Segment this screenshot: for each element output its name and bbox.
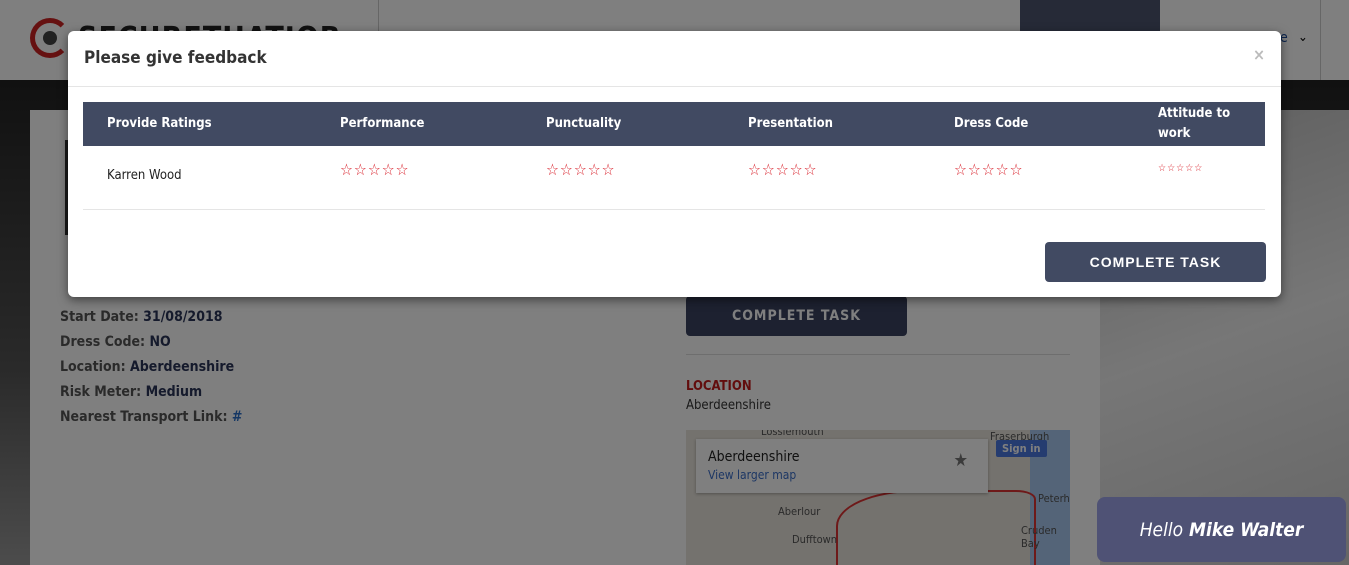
- employee-name: Karren Wood: [107, 168, 182, 183]
- performance-star-rating[interactable]: ☆☆☆☆☆: [340, 160, 410, 179]
- table-header: Provide Ratings Performance Punctuality …: [83, 102, 1265, 146]
- column-header: Presentation: [748, 116, 833, 131]
- column-header: Provide Ratings: [107, 116, 212, 131]
- modal-title: Please give feedback: [84, 48, 267, 68]
- column-header: Punctuality: [546, 116, 622, 131]
- dress-code-star-rating[interactable]: ☆☆☆☆☆: [954, 160, 1024, 179]
- chat-widget[interactable]: Hello Mike Walter: [1097, 497, 1346, 562]
- complete-task-button[interactable]: COMPLETE TASK: [1045, 242, 1266, 282]
- presentation-star-rating[interactable]: ☆☆☆☆☆: [748, 160, 818, 179]
- column-header: Performance: [340, 116, 425, 131]
- column-header: Dress Code: [954, 116, 1029, 131]
- close-icon[interactable]: ×: [1253, 45, 1265, 64]
- chat-greeting: Hello: [1139, 518, 1184, 541]
- ratings-table: Provide Ratings Performance Punctuality …: [83, 102, 1265, 210]
- chat-user-name: Mike Walter: [1189, 518, 1304, 541]
- attitude-star-rating[interactable]: ☆☆☆☆☆: [1158, 163, 1203, 174]
- divider: [68, 86, 1281, 87]
- punctuality-star-rating[interactable]: ☆☆☆☆☆: [546, 160, 616, 179]
- feedback-modal: Please give feedback × Provide Ratings P…: [68, 31, 1281, 297]
- table-row: Karren Wood ☆☆☆☆☆ ☆☆☆☆☆ ☆☆☆☆☆ ☆☆☆☆☆ ☆☆☆☆…: [83, 146, 1265, 210]
- column-header: Attitude to work: [1158, 106, 1231, 141]
